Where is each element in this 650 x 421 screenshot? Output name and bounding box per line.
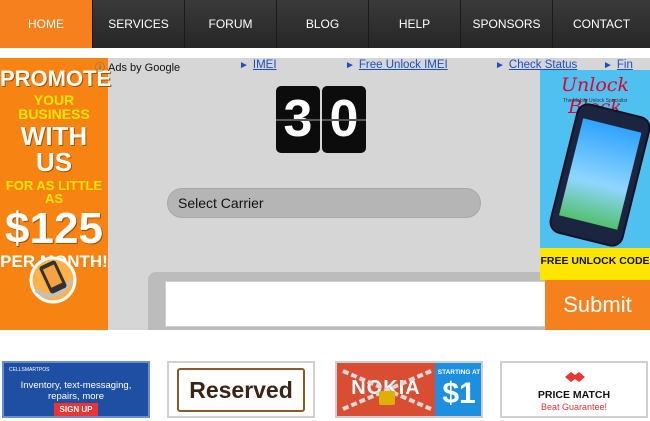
nav-sponsors[interactable]: SPONSORS bbox=[461, 0, 553, 48]
nav-contact[interactable]: CONTACT bbox=[553, 0, 650, 48]
promote-ad-line3: WITH US bbox=[20, 121, 88, 177]
nav-home[interactable]: HOME bbox=[0, 0, 93, 48]
nav-forum[interactable]: FORUM bbox=[185, 0, 277, 48]
price-match-title: PRICE MATCH bbox=[537, 389, 611, 401]
play-icon: ► bbox=[239, 60, 249, 71]
nav-help[interactable]: HELP bbox=[369, 0, 461, 48]
cellsmartpos-text: Inventory, text-messaging, repairs, more bbox=[20, 380, 132, 402]
promote-ad-line1: PROMOTE bbox=[0, 66, 112, 91]
imei-input[interactable] bbox=[165, 281, 547, 327]
smartphone-icon bbox=[546, 100, 650, 250]
reserved-banner[interactable]: Reserved bbox=[167, 361, 315, 418]
ads-by-google[interactable]: ⓘ Ads by Google bbox=[95, 59, 180, 74]
ad-link-free-unlock[interactable]: ► Free Unlock IMEI bbox=[345, 59, 448, 71]
unlock-block-ad[interactable]: Unlock Block The Mobile Unlock Specialis… bbox=[540, 70, 650, 280]
ad-link-imei[interactable]: ► IMEI bbox=[239, 59, 277, 71]
chain-icon bbox=[342, 369, 432, 411]
carrier-select[interactable]: Select Carrier bbox=[167, 188, 481, 218]
submit-button[interactable]: Submit bbox=[545, 280, 650, 330]
countdown-timer: 3 0 bbox=[276, 86, 366, 153]
phone-badge-icon bbox=[29, 256, 77, 304]
unlock-block-subtitle: The Mobile Unlock Specialist bbox=[562, 98, 628, 104]
carrier-select-label: Select Carrier bbox=[178, 195, 264, 211]
countdown-digit: 3 bbox=[276, 86, 320, 153]
cellsmartpos-logo: CELLSMARTPOS bbox=[9, 367, 50, 373]
starting-at-label: STARTING AT bbox=[437, 369, 481, 376]
handshake-icon bbox=[565, 372, 585, 382]
unlock-block-cta: FREE UNLOCK CODE bbox=[540, 255, 650, 267]
play-icon: ► bbox=[345, 60, 355, 71]
promote-ad-price: $125 bbox=[5, 204, 103, 253]
promote-ad-line2: YOUR BUSINESS bbox=[18, 92, 90, 122]
reserved-label: Reserved bbox=[177, 368, 305, 412]
nav-blog[interactable]: BLOG bbox=[277, 0, 369, 48]
info-icon: ⓘ bbox=[95, 63, 105, 74]
cellsmartpos-banner[interactable]: CELLSMARTPOS Inventory, text-messaging, … bbox=[2, 361, 150, 418]
price-match-subtitle: Beat Guarantee! bbox=[540, 402, 608, 412]
promote-ad-line4: FOR AS LITTLE AS bbox=[5, 178, 103, 206]
price-match-banner[interactable]: PRICE MATCH Beat Guarantee! bbox=[500, 361, 648, 418]
main-nav: HOME SERVICES FORUM BLOG HELP SPONSORS C… bbox=[0, 0, 650, 48]
nav-services[interactable]: SERVICES bbox=[93, 0, 185, 48]
nokia-price: $1 bbox=[442, 377, 476, 410]
nokia-unlock-banner[interactable]: NOKIA STARTING AT $1 bbox=[335, 361, 483, 418]
play-icon: ► bbox=[495, 60, 505, 71]
sign-up-button[interactable]: SIGN UP bbox=[54, 403, 98, 416]
countdown-digit: 0 bbox=[322, 86, 366, 153]
submit-button-label: Submit bbox=[563, 292, 632, 317]
promote-ad[interactable]: PROMOTE YOUR BUSINESS WITH US FOR AS LIT… bbox=[0, 58, 112, 330]
